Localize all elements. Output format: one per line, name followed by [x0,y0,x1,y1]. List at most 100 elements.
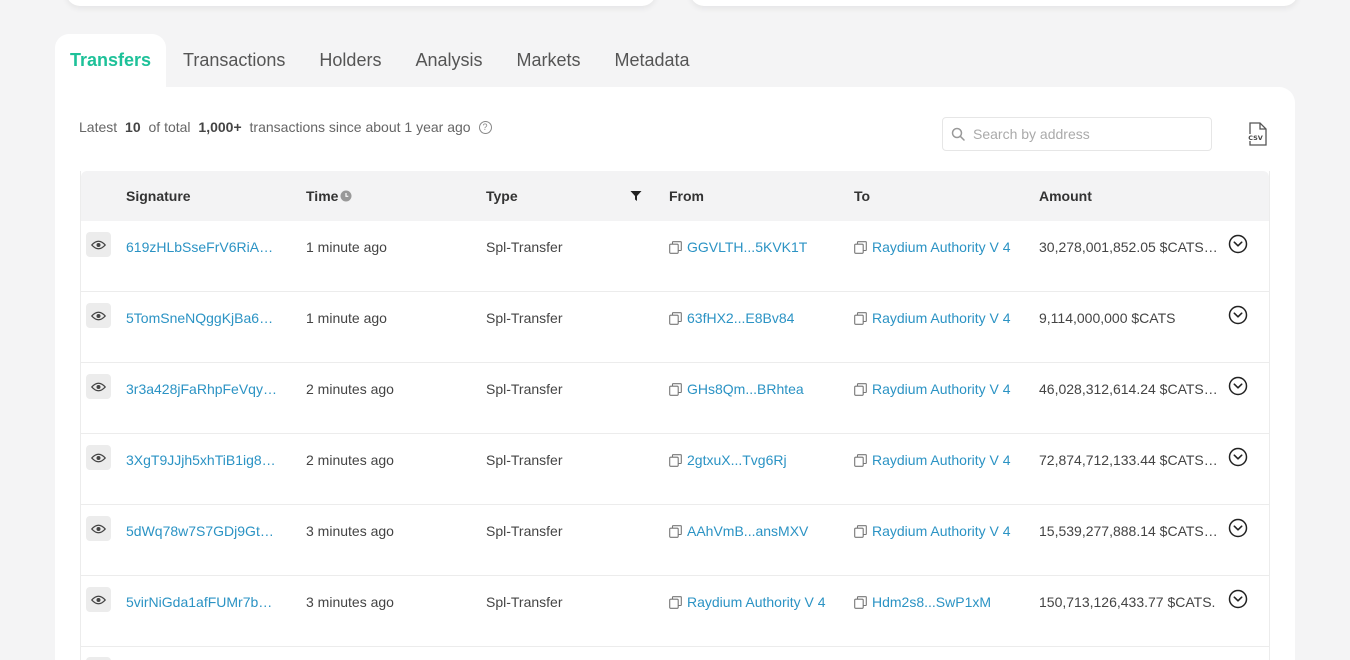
to-address-link[interactable]: Raydium Authority V 4 [872,310,1011,326]
to-cell: Raydium Authority V 4 [854,520,1014,542]
tab-transfers[interactable]: Transfers [55,34,167,87]
amount-cell: 72,874,712,133.44 $CATS… [1039,452,1218,468]
column-header-type: Type [486,188,518,204]
copy-icon[interactable] [854,454,867,467]
to-address-link[interactable]: Raydium Authority V 4 [872,452,1011,468]
copy-icon[interactable] [669,241,682,254]
from-cell: 63fHX2...E8Bv84 [669,307,829,329]
type-cell: Spl-Transfer [486,239,563,255]
copy-icon[interactable] [854,241,867,254]
eye-icon [91,311,106,320]
table-row: 5dWq78w7S7GDj9Gt… 3 minutes ago Spl-Transf… [81,505,1269,576]
to-cell: Raydium Authority V 4 [854,236,1014,258]
copy-icon[interactable] [669,525,682,538]
signature-link[interactable]: 5virNiGda1afFUMr7b… [126,591,278,613]
from-cell: GGVLTH...5KVK1T [669,236,829,258]
copy-icon[interactable] [669,454,682,467]
summary-total: 1,000+ [198,119,242,135]
from-address-link[interactable]: 2gtxuX...Tvg6Rj [687,452,787,468]
table-row: 3r3a428jFaRhpFeVqy… 2 minutes ago Spl-Tran… [81,363,1269,434]
table-row [81,647,1269,660]
view-button[interactable] [86,587,111,612]
tab-markets[interactable]: Markets [499,34,597,87]
from-address-link[interactable]: GGVLTH...5KVK1T [687,239,807,255]
eye-icon [91,382,106,391]
csv-export-button[interactable]: CSV [1245,121,1269,147]
eye-icon [91,453,106,462]
from-cell: Raydium Authority V 4 [669,591,829,613]
copy-icon[interactable] [669,312,682,325]
top-card-left [66,0,656,6]
signature-link[interactable]: 619zHLbSseFrV6RiAd… [126,236,278,258]
from-address-link[interactable]: 63fHX2...E8Bv84 [687,310,794,326]
column-header-to: To [854,188,871,204]
search-input[interactable] [973,126,1193,142]
eye-icon [91,524,106,533]
column-header-time[interactable]: Time [306,188,352,204]
top-card-right [690,0,1298,6]
table-row: 5virNiGda1afFUMr7b… 3 minutes ago Spl-Tran… [81,576,1269,647]
table-header: Signature Time Type From To Amount [81,171,1269,221]
signature-link[interactable]: 5dWq78w7S7GDj9Gt… [126,520,278,542]
table-row: 3XgT9JJjh5xhTiB1ig8… 2 minutes ago Spl-Tra… [81,434,1269,505]
view-button[interactable] [86,374,111,399]
time-cell: 2 minutes ago [306,381,394,397]
expand-row-button[interactable] [1228,447,1248,470]
amount-cell: 9,114,000,000 $CATS [1039,310,1176,326]
view-button[interactable] [86,303,111,328]
summary-text: Latest 10 of total 1,000+ transactions s… [79,119,492,135]
amount-cell: 15,539,277,888.14 $CATS… [1039,523,1218,539]
to-cell: Hdm2s8...SwP1xM [854,591,1014,613]
column-header-amount: Amount [1039,188,1092,204]
from-address-link[interactable]: Raydium Authority V 4 [687,594,826,610]
view-button[interactable] [86,516,111,541]
summary-prefix: Latest [79,119,122,135]
signature-link[interactable]: 5TomSneNQggKjBa6… [126,307,278,329]
chevron-down-circle-icon [1228,305,1248,325]
amount-cell: 30,278,001,852.05 $CATS… [1039,239,1218,255]
type-cell: Spl-Transfer [486,594,563,610]
time-cell: 3 minutes ago [306,594,394,610]
time-cell: 1 minute ago [306,239,387,255]
tab-metadata[interactable]: Metadata [598,34,707,87]
expand-row-button[interactable] [1228,518,1248,541]
expand-row-button[interactable] [1228,305,1248,328]
to-address-link[interactable]: Hdm2s8...SwP1xM [872,594,991,610]
tab-transactions[interactable]: Transactions [166,34,302,87]
to-address-link[interactable]: Raydium Authority V 4 [872,381,1011,397]
to-address-link[interactable]: Raydium Authority V 4 [872,523,1011,539]
summary-suffix: transactions since about 1 year ago [245,119,471,135]
search-icon [951,127,965,141]
from-address-link[interactable]: AAhVmB...ansMXV [687,523,808,539]
view-button[interactable] [86,445,111,470]
table-body: 619zHLbSseFrV6RiAd… 1 minute ago Spl-Trans… [81,221,1269,647]
from-address-link[interactable]: GHs8Qm...BRhtea [687,381,804,397]
svg-text:CSV: CSV [1248,134,1263,142]
amount-cell: 46,028,312,614.24 $CATS… [1039,381,1218,397]
from-cell: AAhVmB...ansMXV [669,520,829,542]
copy-icon[interactable] [854,525,867,538]
type-cell: Spl-Transfer [486,452,563,468]
copy-icon[interactable] [854,383,867,396]
copy-icon[interactable] [854,312,867,325]
expand-row-button[interactable] [1228,589,1248,612]
tab-holders[interactable]: Holders [302,34,398,87]
summary-count: 10 [125,119,141,135]
chevron-down-circle-icon [1228,447,1248,467]
expand-row-button[interactable] [1228,376,1248,399]
tab-bar: Transfers Transactions Holders Analysis … [55,34,707,87]
to-cell: Raydium Authority V 4 [854,449,1014,471]
copy-icon[interactable] [669,596,682,609]
copy-icon[interactable] [669,383,682,396]
tab-analysis[interactable]: Analysis [398,34,499,87]
expand-row-button[interactable] [1228,234,1248,257]
signature-link[interactable]: 3XgT9JJjh5xhTiB1ig8… [126,449,278,471]
signature-link[interactable]: 3r3a428jFaRhpFeVqy… [126,378,278,400]
to-address-link[interactable]: Raydium Authority V 4 [872,239,1011,255]
eye-icon [91,595,106,604]
copy-icon[interactable] [854,596,867,609]
view-button[interactable] [86,232,111,257]
column-header-signature: Signature [126,188,191,204]
question-circle-icon[interactable]: ? [478,120,492,134]
filter-icon[interactable] [630,190,642,202]
